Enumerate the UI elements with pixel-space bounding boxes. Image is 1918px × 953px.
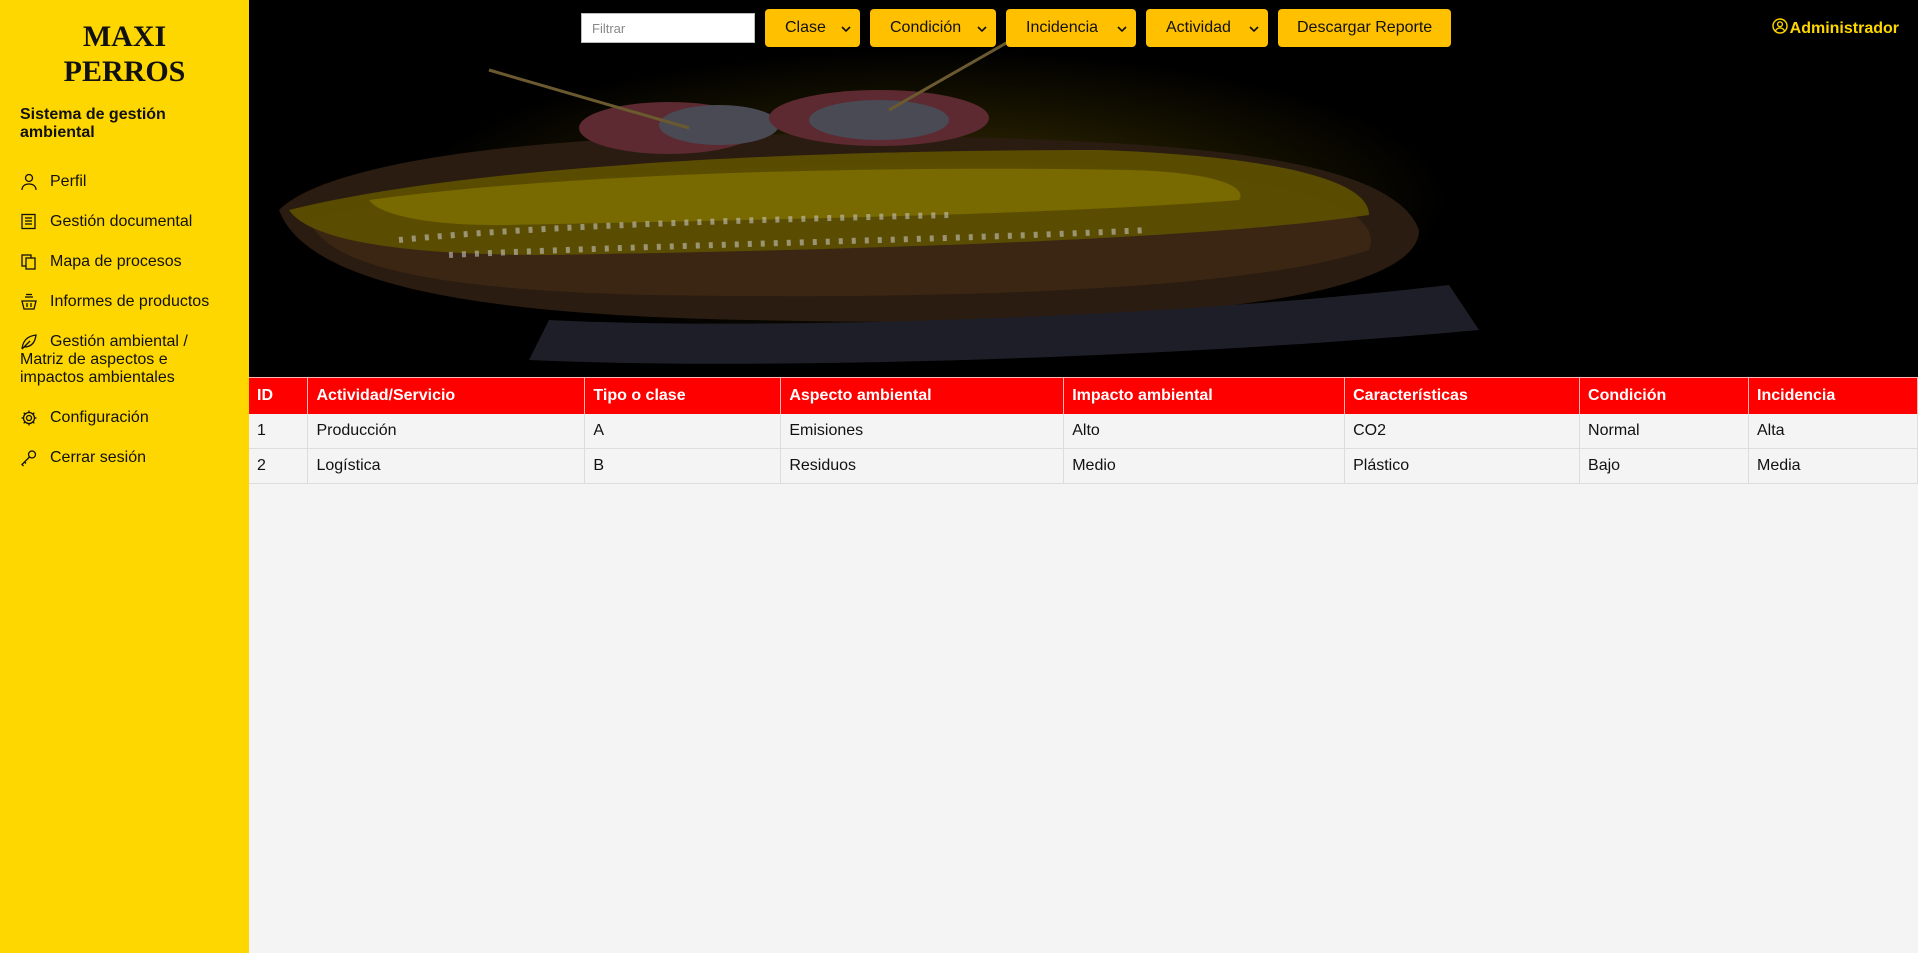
incidencia-dropdown[interactable]: Incidencia (1006, 9, 1136, 47)
table-cell: Residuos (780, 448, 1065, 484)
column-header-incidencia[interactable]: Incidencia (1748, 377, 1918, 414)
aspects-table: ID Actividad/Servicio Tipo o clase Aspec… (249, 377, 1918, 484)
column-header-caracteristicas[interactable]: Características (1344, 377, 1581, 414)
sidebar-item-gestion-documental[interactable]: Gestión documental (20, 206, 229, 246)
dropdown-label: Incidencia (1026, 19, 1099, 36)
main-content: Clase Condición Incidencia Actividad Des… (249, 0, 1918, 953)
leaf-icon (20, 333, 40, 351)
app-subtitle: Sistema de gestión ambiental (20, 106, 166, 141)
brand-line-2: PERROS (63, 55, 186, 88)
column-header-id[interactable]: ID (249, 377, 309, 414)
dropdown-label: Condición (890, 19, 962, 36)
dropdown-label: Clase (785, 19, 826, 36)
sidebar-item-label: Gestión documental (50, 213, 193, 230)
clase-dropdown[interactable]: Clase (765, 9, 860, 47)
sidebar-item-label: Perfil (50, 173, 87, 190)
filter-input[interactable] (581, 13, 755, 43)
user-menu[interactable]: Administrador (1771, 18, 1899, 39)
table-cell: Alto (1063, 413, 1346, 449)
column-header-impacto[interactable]: Impacto ambiental (1063, 377, 1346, 414)
column-header-aspecto[interactable]: Aspecto ambiental (780, 377, 1065, 414)
column-header-condicion[interactable]: Condición (1579, 377, 1749, 414)
brand-line-1: MAXI (82, 20, 167, 53)
chevron-down-icon (1248, 22, 1260, 34)
sidebar-item-label: Informes de productos (50, 293, 210, 310)
table-row[interactable]: 2 Logística B Residuos Medio Plástico Ba… (249, 448, 1918, 484)
table-row[interactable]: 1 Producción A Emisiones Alto CO2 Normal… (249, 413, 1918, 449)
download-report-button[interactable]: Descargar Reporte (1278, 9, 1452, 47)
column-header-tipo[interactable]: Tipo o clase (584, 377, 782, 414)
table-cell: 1 (249, 413, 309, 449)
hero-food-illustration (249, 0, 1918, 377)
table-cell: A (584, 413, 782, 449)
table-cell: Medio (1063, 448, 1346, 484)
gear-icon (20, 409, 40, 427)
table-cell: Plástico (1344, 448, 1581, 484)
table-cell: Bajo (1579, 448, 1749, 484)
sidebar: MAXI PERROS Sistema de gestión ambiental… (0, 0, 249, 953)
chevron-down-icon (976, 22, 988, 34)
user-circle-icon (1771, 18, 1788, 39)
user-label: Administrador (1789, 19, 1899, 37)
table-cell: Producción (307, 413, 586, 449)
key-icon (20, 449, 40, 467)
table-cell: Emisiones (780, 413, 1065, 449)
brand-logo: MAXI PERROS (20, 0, 229, 89)
sidebar-item-perfil[interactable]: Perfil (20, 166, 229, 206)
sidebar-item-gestion-ambiental[interactable]: Gestión ambiental / Matriz de aspectos e… (20, 326, 229, 402)
sidebar-item-informes-productos[interactable]: Informes de productos (20, 286, 229, 326)
sidebar-item-mapa-procesos[interactable]: Mapa de procesos (20, 246, 229, 286)
table-cell: B (584, 448, 782, 484)
chevron-down-icon (1116, 22, 1128, 34)
document-icon (20, 213, 40, 231)
sidebar-item-cerrar-sesion[interactable]: Cerrar sesión (20, 442, 229, 482)
table-cell: Media (1748, 448, 1918, 484)
sidebar-item-label: Mapa de procesos (50, 253, 182, 270)
sidebar-nav: Perfil Gestión documental Mapa de proces… (20, 166, 229, 482)
table-header-row: ID Actividad/Servicio Tipo o clase Aspec… (249, 377, 1918, 414)
chevron-down-icon (840, 22, 852, 34)
actividad-dropdown[interactable]: Actividad (1146, 9, 1268, 47)
table-cell: Logística (307, 448, 586, 484)
copy-icon (20, 253, 40, 271)
sidebar-item-label: Configuración (50, 409, 149, 426)
hero-image (249, 0, 1918, 377)
column-header-actividad[interactable]: Actividad/Servicio (307, 377, 586, 414)
filter-toolbar: Clase Condición Incidencia Actividad Des… (581, 8, 1452, 48)
table-cell: Alta (1748, 413, 1918, 449)
condicion-dropdown[interactable]: Condición (870, 9, 996, 47)
table-cell: CO2 (1344, 413, 1581, 449)
table-cell: Normal (1579, 413, 1749, 449)
person-icon (20, 173, 40, 191)
sidebar-item-label: Gestión ambiental / Matriz de aspectos e… (20, 333, 188, 386)
dropdown-label: Actividad (1166, 19, 1231, 36)
sidebar-item-label: Cerrar sesión (50, 449, 147, 466)
sidebar-item-configuracion[interactable]: Configuración (20, 402, 229, 442)
table-cell: 2 (249, 448, 309, 484)
basket-icon (20, 293, 40, 311)
